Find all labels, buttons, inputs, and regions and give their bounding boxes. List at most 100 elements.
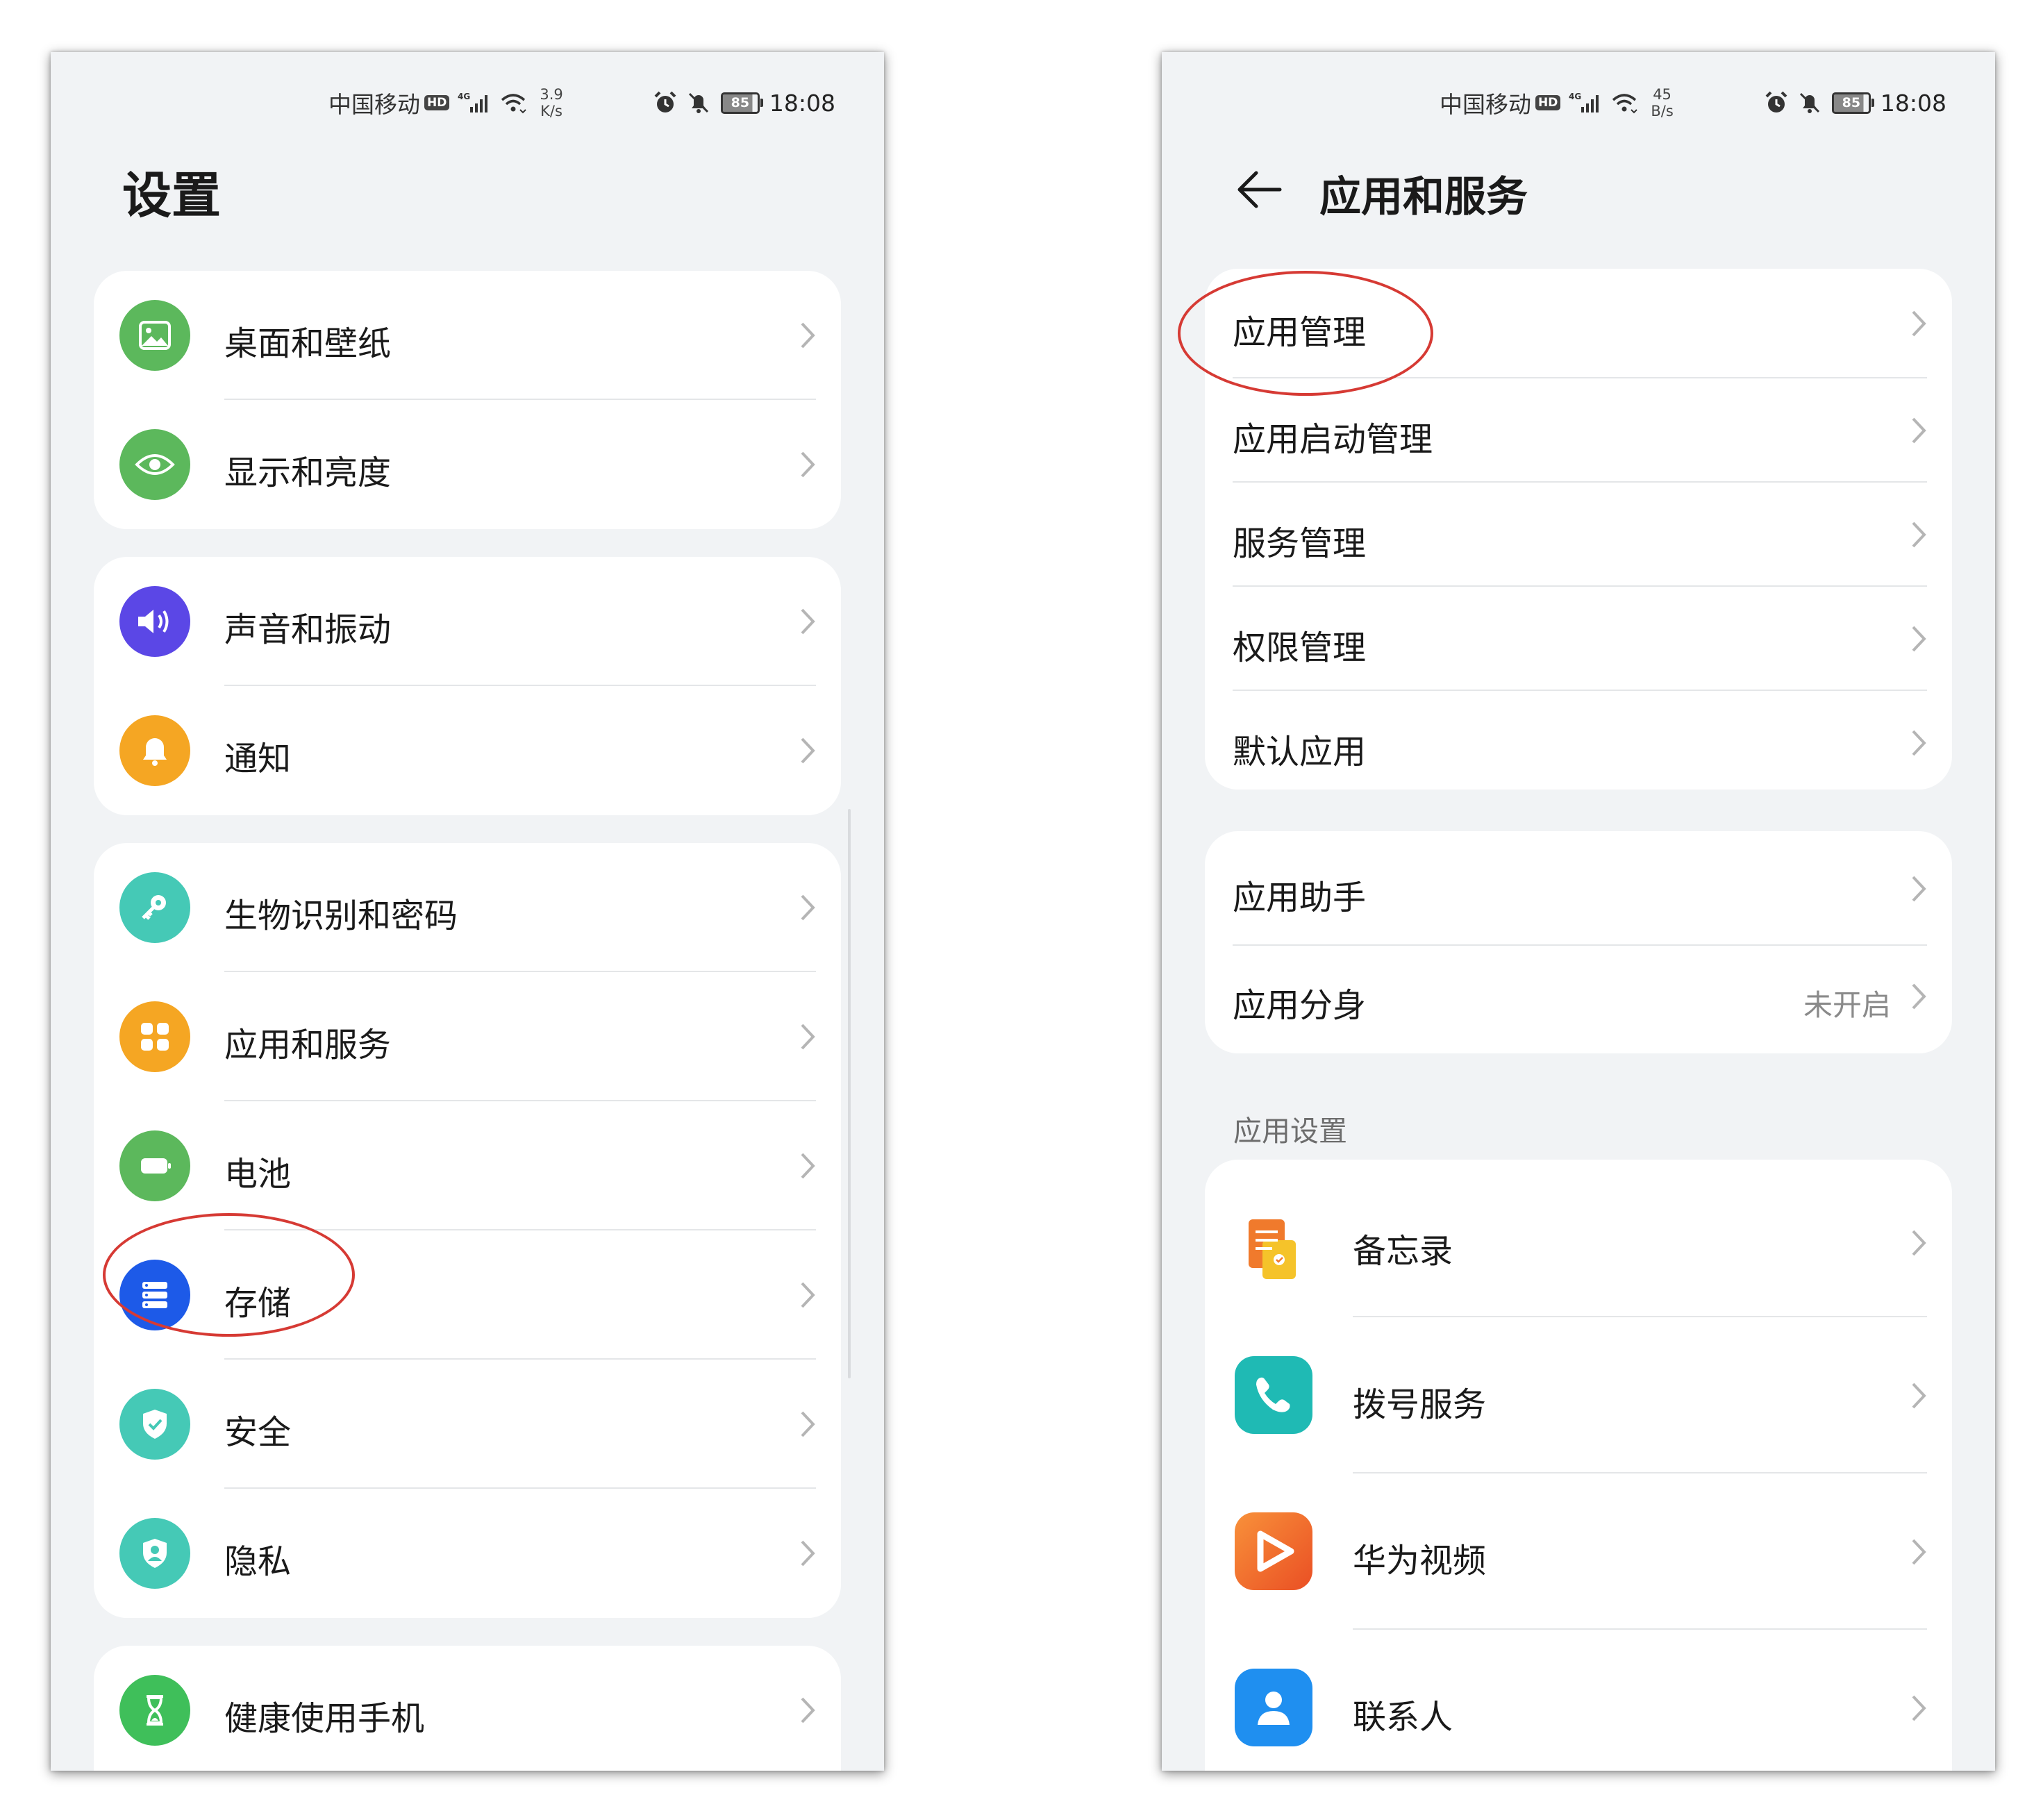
settings-group-2: 声音和振动 通知 — [94, 557, 841, 815]
menu-item-app-twin[interactable]: 应用分身 未开启 — [1205, 946, 1952, 1053]
signal-icon: 4G — [1569, 92, 1602, 114]
menu-item-label: 应用助手 — [1233, 878, 1367, 917]
settings-item-label: 应用和服务 — [224, 1026, 392, 1065]
settings-item-label: 生物识别和密码 — [224, 896, 458, 935]
battery-level: 85 — [731, 95, 750, 110]
settings-item-label: 安全 — [224, 1413, 292, 1452]
settings-item-security[interactable]: 安全 — [94, 1360, 841, 1489]
bell-icon — [119, 715, 190, 786]
settings-item-label: 通知 — [224, 740, 292, 778]
clock: 18:08 — [1880, 89, 1946, 117]
battery-indicator: 85 — [720, 92, 763, 114]
wifi-icon — [499, 92, 527, 114]
key-icon — [119, 872, 190, 943]
settings-item-storage[interactable]: 存储 — [94, 1230, 841, 1360]
menu-item-service-management[interactable]: 服务管理 — [1205, 483, 1952, 587]
net-speed-unit: B/s — [1651, 103, 1674, 119]
chevron-right-icon — [1912, 730, 1926, 756]
status-bar: 中国移动 HD 4G 45 B/s 85 18:08 — [1440, 78, 1946, 127]
chevron-right-icon — [801, 322, 815, 349]
chevron-right-icon — [801, 1697, 815, 1723]
app-item-dialer[interactable]: 拨号服务 — [1205, 1317, 1952, 1473]
app-item-label: 联系人 — [1353, 1698, 1453, 1737]
signal-icon: 4G — [458, 92, 491, 114]
settings-item-display[interactable]: 显示和亮度 — [94, 400, 841, 529]
chevron-right-icon — [1912, 310, 1926, 337]
settings-item-biometrics[interactable]: 生物识别和密码 — [94, 843, 841, 972]
chevron-right-icon — [801, 894, 815, 921]
app-settings-list: 备忘录 拨号服务 华为视频 联系人 — [1205, 1160, 1952, 1771]
settings-item-apps[interactable]: 应用和服务 — [94, 972, 841, 1101]
page-title: 设置 — [122, 167, 222, 224]
net-speed-unit: K/s — [540, 103, 562, 119]
image-icon — [119, 300, 190, 371]
settings-item-label: 桌面和壁纸 — [224, 324, 392, 363]
battery-indicator: 85 — [1831, 92, 1874, 114]
video-play-icon — [1235, 1512, 1312, 1590]
settings-item-wallpaper[interactable]: 桌面和壁纸 — [94, 271, 841, 400]
app-item-label: 备忘录 — [1353, 1232, 1453, 1271]
menu-item-app-management[interactable]: 应用管理 — [1205, 269, 1952, 378]
app-item-label: 拨号服务 — [1353, 1385, 1487, 1424]
page-title: 应用和服务 — [1319, 173, 1528, 222]
scrollbar[interactable] — [848, 809, 851, 1378]
menu-item-app-assistant[interactable]: 应用助手 — [1205, 831, 1952, 946]
settings-item-sound[interactable]: 声音和振动 — [94, 557, 841, 686]
settings-item-battery[interactable]: 电池 — [94, 1101, 841, 1230]
menu-item-label: 默认应用 — [1233, 733, 1367, 771]
app-item-memo[interactable]: 备忘录 — [1205, 1160, 1952, 1317]
grid-icon — [119, 1001, 190, 1072]
shield-check-icon — [119, 1389, 190, 1460]
battery-level: 85 — [1842, 95, 1861, 110]
chevron-right-icon — [801, 1024, 815, 1050]
battery-icon — [119, 1130, 190, 1201]
hd-badge: HD — [1535, 95, 1561, 110]
chevron-right-icon — [801, 1153, 815, 1179]
app-twin-status: 未开启 — [1803, 988, 1891, 1022]
chevron-right-icon — [801, 737, 815, 764]
chevron-right-icon — [801, 1411, 815, 1437]
settings-item-label: 声音和振动 — [224, 610, 392, 649]
chevron-right-icon — [801, 1540, 815, 1567]
app-item-contacts[interactable]: 联系人 — [1205, 1630, 1952, 1771]
apps-and-services-screen: 中国移动 HD 4G 45 B/s 85 18:08 应用和服务 应用管理 应用… — [1162, 52, 1995, 1771]
hourglass-icon — [119, 1675, 190, 1746]
hd-badge: HD — [424, 95, 450, 110]
chevron-right-icon — [1912, 1383, 1926, 1409]
menu-item-label: 应用管理 — [1233, 313, 1367, 352]
settings-item-label: 健康使用手机 — [224, 1699, 425, 1738]
back-arrow-icon[interactable] — [1231, 162, 1287, 217]
app-assistant-group: 应用助手 应用分身 未开启 — [1205, 831, 1952, 1053]
chevron-right-icon — [1912, 1539, 1926, 1565]
section-header: 应用设置 — [1233, 1114, 1347, 1148]
alarm-icon — [1764, 90, 1789, 115]
menu-item-default-apps[interactable]: 默认应用 — [1205, 691, 1952, 790]
alarm-icon — [653, 90, 678, 115]
menu-item-label: 应用分身 — [1233, 986, 1367, 1025]
app-item-label: 华为视频 — [1353, 1542, 1487, 1580]
settings-item-label: 隐私 — [224, 1542, 292, 1581]
clock: 18:08 — [769, 89, 835, 117]
settings-item-label: 电池 — [224, 1155, 292, 1194]
net-speed: 45 B/s — [1651, 86, 1673, 119]
menu-item-app-launch[interactable]: 应用启动管理 — [1205, 378, 1952, 483]
mute-icon — [686, 90, 711, 115]
settings-group-1: 桌面和壁纸 显示和亮度 — [94, 271, 841, 529]
chevron-right-icon — [1912, 1230, 1926, 1256]
phone-icon — [1235, 1356, 1312, 1434]
settings-group-4: 健康使用手机 — [94, 1646, 841, 1771]
storage-icon — [119, 1260, 190, 1330]
settings-item-notifications[interactable]: 通知 — [94, 686, 841, 815]
app-item-huawei-video[interactable]: 华为视频 — [1205, 1473, 1952, 1630]
svg-text:4G: 4G — [458, 92, 470, 101]
menu-item-label: 服务管理 — [1233, 524, 1367, 563]
chevron-right-icon — [1912, 626, 1926, 652]
menu-item-permission-management[interactable]: 权限管理 — [1205, 587, 1952, 691]
carrier-name: 中国移动 — [328, 91, 420, 118]
settings-item-privacy[interactable]: 隐私 — [94, 1489, 841, 1618]
menu-item-label: 权限管理 — [1233, 628, 1367, 667]
speaker-icon — [119, 586, 190, 657]
chevron-right-icon — [801, 1282, 815, 1308]
settings-item-digital-balance[interactable]: 健康使用手机 — [94, 1646, 841, 1771]
privacy-shield-icon — [119, 1518, 190, 1589]
